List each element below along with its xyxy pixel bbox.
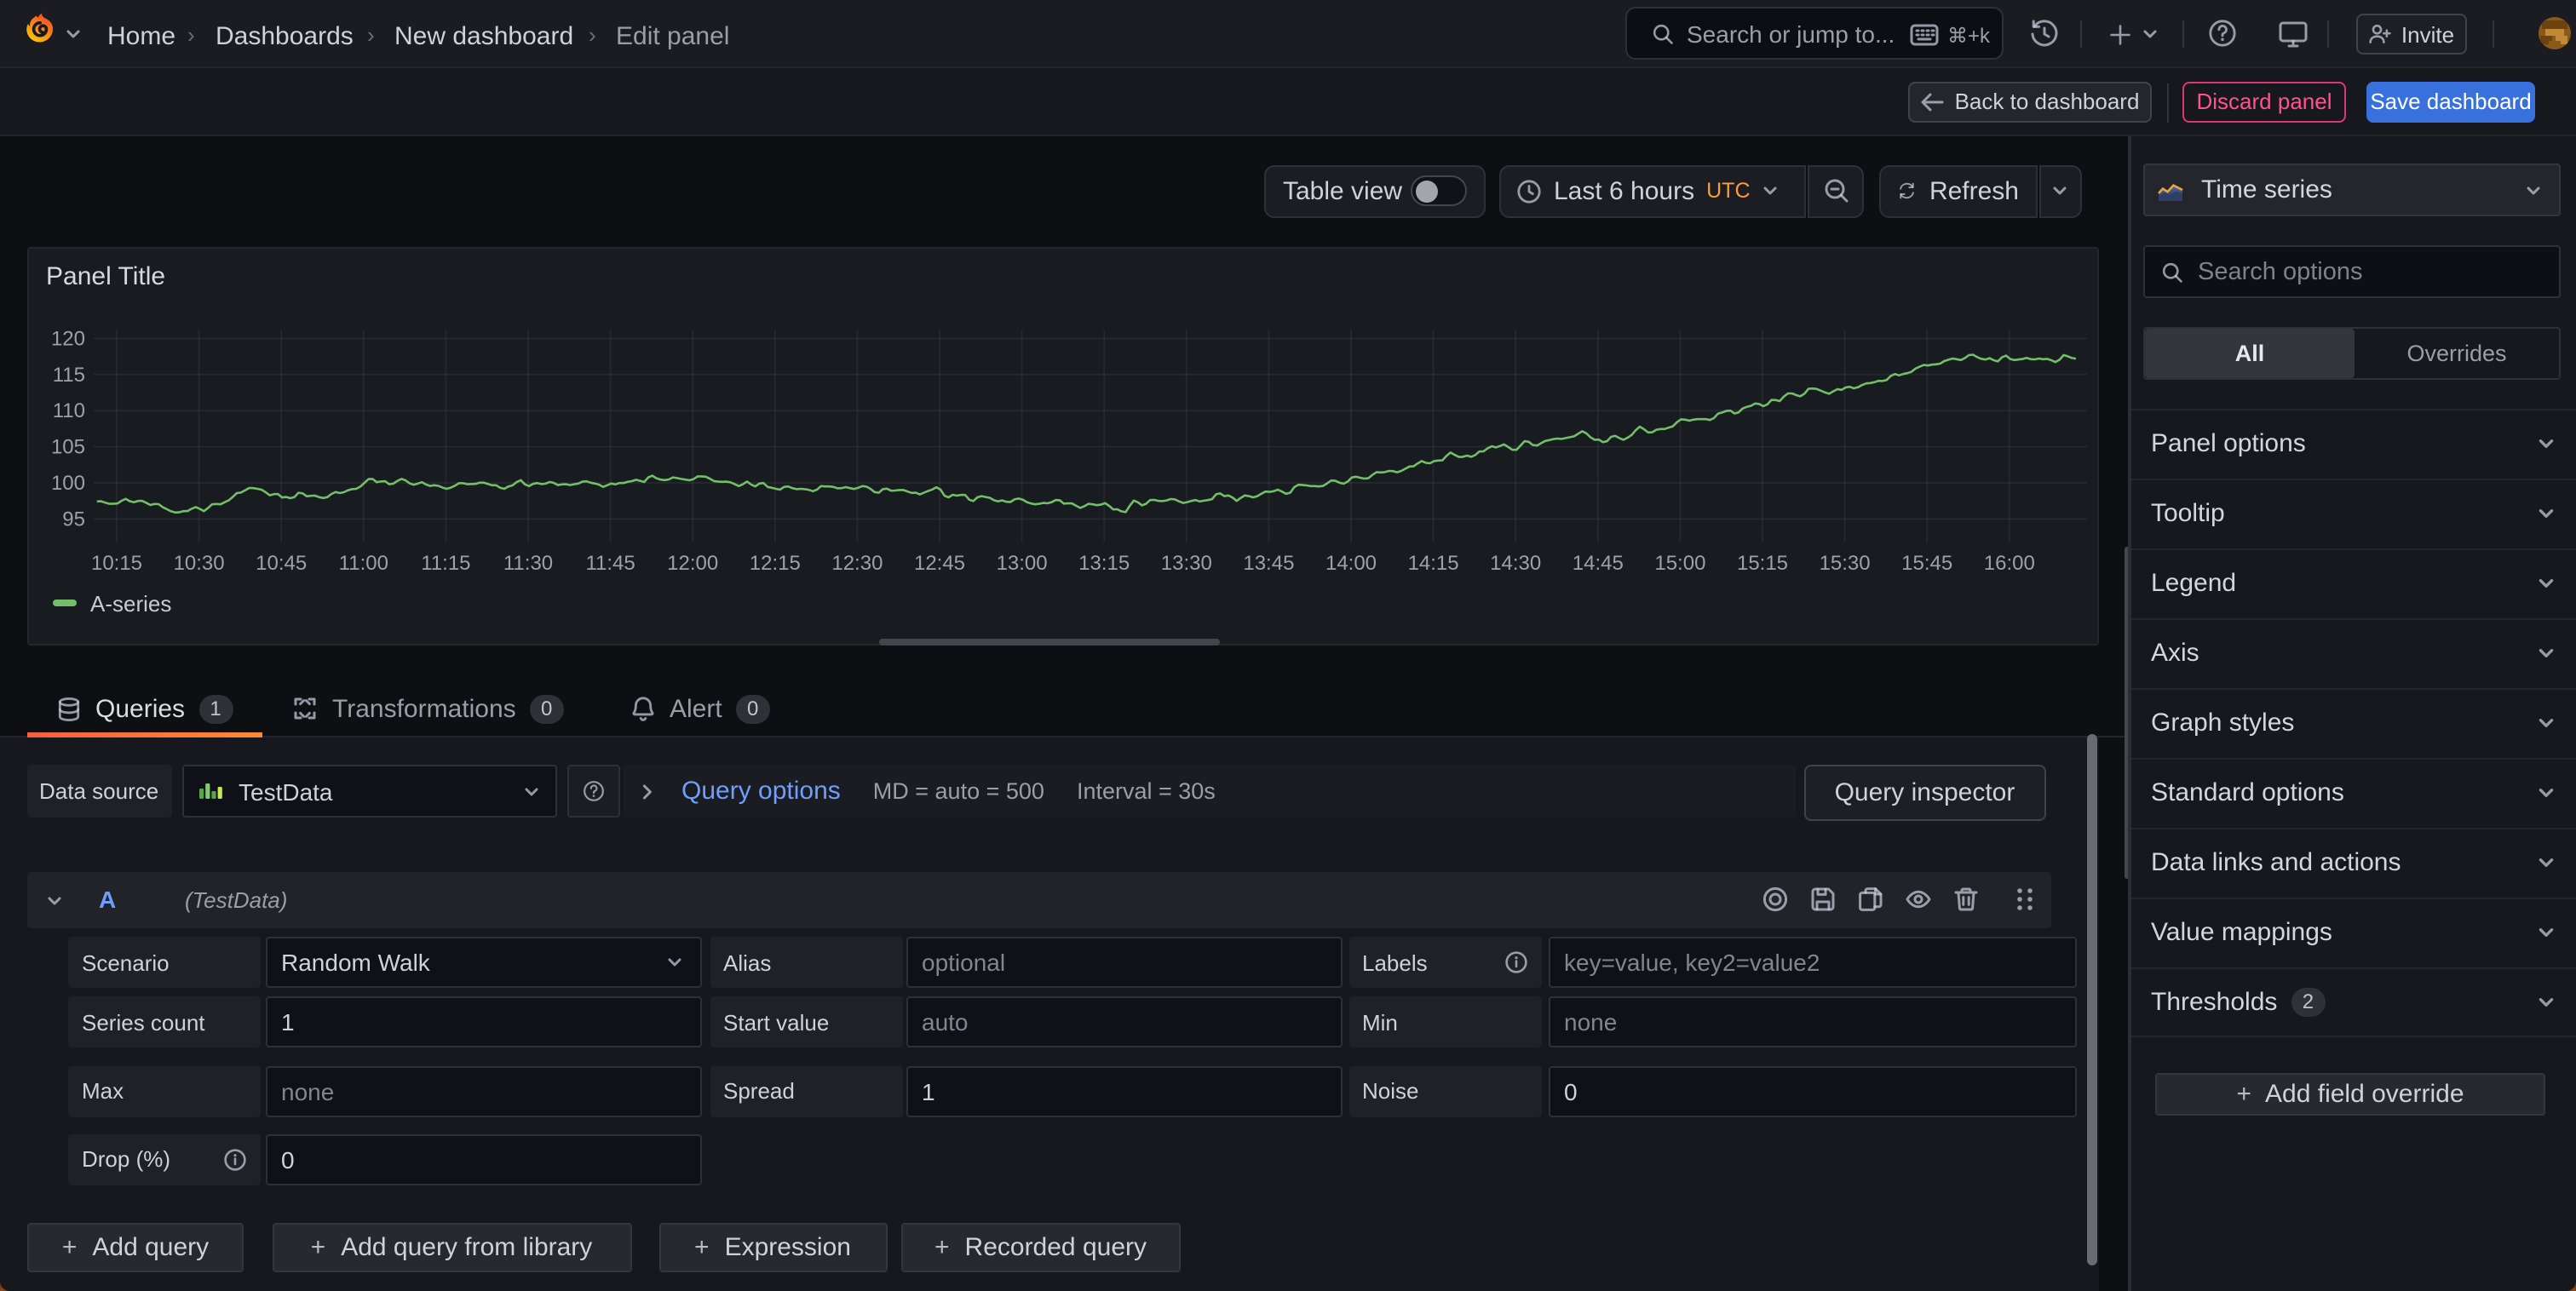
svg-text:12:00: 12:00 bbox=[667, 551, 718, 574]
svg-text:15:30: 15:30 bbox=[1820, 551, 1871, 574]
svg-text:105: 105 bbox=[51, 435, 85, 458]
svg-text:120: 120 bbox=[51, 326, 85, 349]
svg-text:100: 100 bbox=[51, 471, 85, 494]
svg-text:14:30: 14:30 bbox=[1490, 551, 1541, 574]
svg-text:12:30: 12:30 bbox=[831, 551, 883, 574]
svg-text:10:15: 10:15 bbox=[91, 551, 142, 574]
svg-text:12:45: 12:45 bbox=[914, 551, 965, 574]
svg-text:15:45: 15:45 bbox=[1901, 551, 1952, 574]
svg-text:13:00: 13:00 bbox=[997, 551, 1048, 574]
svg-text:13:45: 13:45 bbox=[1243, 551, 1294, 574]
svg-text:14:00: 14:00 bbox=[1325, 551, 1377, 574]
svg-text:95: 95 bbox=[62, 507, 85, 530]
svg-text:15:00: 15:00 bbox=[1654, 551, 1705, 574]
svg-text:10:30: 10:30 bbox=[174, 551, 225, 574]
svg-text:10:45: 10:45 bbox=[256, 551, 307, 574]
svg-text:14:45: 14:45 bbox=[1573, 551, 1624, 574]
svg-text:14:15: 14:15 bbox=[1408, 551, 1459, 574]
svg-text:11:15: 11:15 bbox=[421, 551, 470, 574]
svg-text:12:15: 12:15 bbox=[750, 551, 801, 574]
svg-text:110: 110 bbox=[53, 399, 85, 422]
svg-text:11:45: 11:45 bbox=[585, 551, 635, 574]
svg-text:13:15: 13:15 bbox=[1078, 551, 1130, 574]
svg-text:13:30: 13:30 bbox=[1161, 551, 1212, 574]
svg-text:11:30: 11:30 bbox=[503, 551, 553, 574]
svg-text:16:00: 16:00 bbox=[1984, 551, 2035, 574]
svg-text:115: 115 bbox=[53, 363, 85, 386]
svg-text:15:15: 15:15 bbox=[1737, 551, 1788, 574]
svg-text:11:00: 11:00 bbox=[339, 551, 388, 574]
